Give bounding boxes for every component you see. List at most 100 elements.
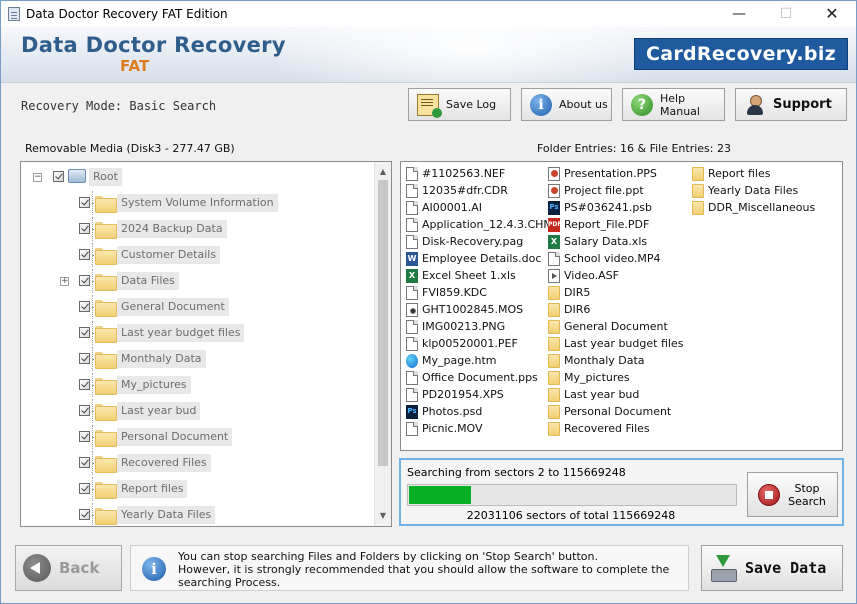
scroll-thumb[interactable] (378, 180, 388, 466)
tree-item-label: Last year budget files (117, 324, 245, 342)
tree-item[interactable]: Customer Details (21, 243, 371, 267)
file-entry[interactable]: Video.ASF (546, 267, 683, 284)
tree-item[interactable]: Report files (21, 477, 371, 501)
tree-checkbox[interactable] (79, 457, 90, 468)
folder-entry[interactable]: Yearly Data Files (690, 182, 815, 199)
folder-entry[interactable]: Monthaly Data (546, 352, 683, 369)
file-entry[interactable]: Ps Photos.psd (404, 403, 553, 420)
file-entry[interactable]: PD201954.XPS (404, 386, 553, 403)
scroll-down-icon[interactable]: ▼ (375, 508, 391, 524)
file-entry[interactable]: Ps PS#036241.psb (546, 199, 683, 216)
app-icon (8, 7, 20, 21)
file-entry[interactable]: #1102563.NEF (404, 165, 553, 182)
tree-item-label: Recovered Files (117, 454, 211, 472)
save-log-button[interactable]: Save Log (408, 88, 511, 121)
folder-entry[interactable]: Report files (690, 165, 815, 182)
folder-entry[interactable]: My_pictures (546, 369, 683, 386)
tree-checkbox[interactable] (53, 171, 64, 182)
folder-entry[interactable]: Last year bud (546, 386, 683, 403)
tree-item[interactable]: Yearly Data Files (21, 503, 371, 526)
tree-root[interactable]: − Root (21, 165, 371, 189)
file-entry-label: Personal Document (564, 405, 672, 418)
tree-item-label: 2024 Backup Data (117, 220, 227, 238)
file-entry[interactable]: klp00520001.PEF (404, 335, 553, 352)
tree-checkbox[interactable] (79, 249, 90, 260)
file-entry[interactable]: X Salary Data.xls (546, 233, 683, 250)
file-entry[interactable]: W Employee Details.doc (404, 250, 553, 267)
tree-checkbox[interactable] (79, 353, 90, 364)
close-button[interactable]: ✕ (809, 1, 855, 27)
folder-entry[interactable]: Last year budget files (546, 335, 683, 352)
help-manual-button[interactable]: ? Help Manual (622, 88, 725, 121)
folder-icon (548, 371, 560, 385)
folder-icon (95, 482, 117, 499)
file-entry[interactable]: GHT1002845.MOS (404, 301, 553, 318)
tree-checkbox[interactable] (79, 379, 90, 390)
tree-item[interactable]: Recovered Files (21, 451, 371, 475)
file-entry[interactable]: Office Document.pps (404, 369, 553, 386)
expand-icon[interactable]: + (60, 277, 69, 286)
folder-entry[interactable]: Recovered Files (546, 420, 683, 437)
document-icon (406, 320, 418, 334)
maximize-button[interactable]: ☐ (763, 1, 809, 27)
file-entry[interactable]: Presentation.PPS (546, 165, 683, 182)
tree-checkbox[interactable] (79, 223, 90, 234)
file-entry[interactable]: IMG00213.PNG (404, 318, 553, 335)
tree-checkbox[interactable] (79, 483, 90, 494)
tree-item[interactable]: My_pictures (21, 373, 371, 397)
folder-entry[interactable]: DIR6 (546, 301, 683, 318)
stop-search-button[interactable]: Stop Search (747, 472, 838, 517)
tree-item[interactable]: Personal Document (21, 425, 371, 449)
file-entry[interactable]: Application_12.4.3.CHM (404, 216, 553, 233)
tree-item[interactable]: Last year budget files (21, 321, 371, 345)
tree-item[interactable]: System Volume Information (21, 191, 371, 215)
file-entry[interactable]: Project file.ppt (546, 182, 683, 199)
minimize-button[interactable]: — (716, 1, 762, 27)
folder-entry[interactable]: General Document (546, 318, 683, 335)
folder-tree[interactable]: − Root System Volume Information 2024 Bac… (20, 161, 392, 527)
file-entry[interactable]: Picnic.MOV (404, 420, 553, 437)
file-entry[interactable]: PDF Report_File.PDF (546, 216, 683, 233)
tree-item[interactable]: + Data Files (21, 269, 371, 293)
file-list[interactable]: #1102563.NEF 12035#dfr.CDR AI00001.AI Appli… (400, 161, 843, 451)
tree-checkbox[interactable] (79, 275, 90, 286)
file-entry[interactable]: My_page.htm (404, 352, 553, 369)
scroll-up-icon[interactable]: ▲ (375, 164, 391, 180)
back-button[interactable]: Back (15, 545, 122, 591)
support-button[interactable]: Support (735, 88, 847, 121)
file-entry[interactable]: 12035#dfr.CDR (404, 182, 553, 199)
file-entry-label: School video.MP4 (564, 252, 661, 265)
file-entry[interactable]: X Excel Sheet 1.xls (404, 267, 553, 284)
tree-item[interactable]: General Document (21, 295, 371, 319)
tree-checkbox[interactable] (79, 509, 90, 520)
document-icon (548, 252, 560, 266)
help-manual-label: Help Manual (660, 91, 700, 118)
tree-scrollbar[interactable]: ▲ ▼ (374, 162, 391, 526)
tree-checkbox[interactable] (79, 197, 90, 208)
tree-item[interactable]: 2024 Backup Data (21, 217, 371, 241)
tree-checkbox[interactable] (79, 431, 90, 442)
file-entry[interactable]: AI00001.AI (404, 199, 553, 216)
file-entry[interactable]: Disk-Recovery.pag (404, 233, 553, 250)
about-us-button[interactable]: i About us (521, 88, 612, 121)
title-bar[interactable]: Data Doctor Recovery FAT Edition — ☐ ✕ (1, 1, 856, 27)
website-badge[interactable]: CardRecovery.biz (634, 38, 848, 70)
tree-checkbox[interactable] (79, 405, 90, 416)
file-entry[interactable]: School video.MP4 (546, 250, 683, 267)
file-entry-label: My_pictures (564, 371, 630, 384)
folder-icon (95, 222, 117, 239)
save-data-button[interactable]: Save Data (701, 545, 843, 591)
tree-item[interactable]: Last year bud (21, 399, 371, 423)
tree-checkbox[interactable] (79, 301, 90, 312)
file-entry-label: FVI859.KDC (422, 286, 487, 299)
folder-entry[interactable]: DDR_Miscellaneous (690, 199, 815, 216)
tree-item[interactable]: Monthaly Data (21, 347, 371, 371)
file-entry-label: Photos.psd (422, 405, 483, 418)
collapse-icon[interactable]: − (33, 173, 42, 182)
powerpoint-icon (548, 167, 560, 181)
tree-checkbox[interactable] (79, 327, 90, 338)
folder-icon (548, 405, 560, 419)
folder-entry[interactable]: DIR5 (546, 284, 683, 301)
folder-entry[interactable]: Personal Document (546, 403, 683, 420)
file-entry[interactable]: FVI859.KDC (404, 284, 553, 301)
